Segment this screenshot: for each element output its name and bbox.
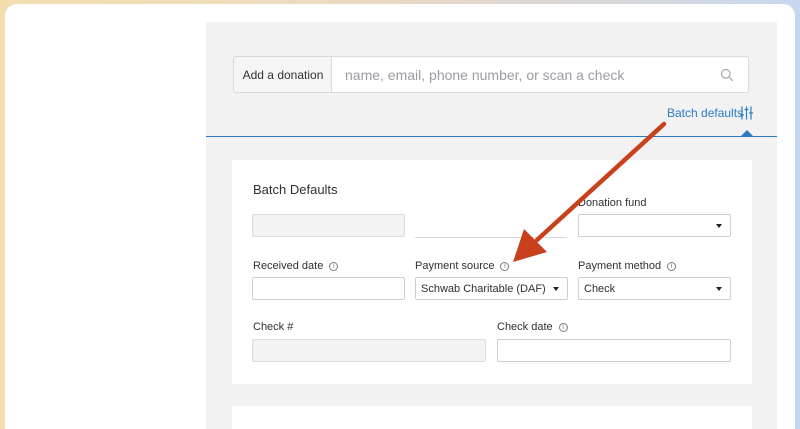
sliders-icon[interactable] [740,106,753,120]
info-icon[interactable]: i [667,261,677,271]
check-number-label: Check # [253,321,294,333]
donor-search-input[interactable] [345,66,705,83]
info-icon[interactable]: i [558,322,568,332]
check-date-label: Check date i [497,321,568,333]
caret-down-icon [716,224,722,228]
add-donation-button[interactable]: Add a donation [233,56,332,93]
donor-search-box[interactable] [331,56,749,93]
active-indicator-caret [741,130,753,136]
donation-card [232,406,752,429]
caret-down-icon [716,287,722,291]
payment-source-label: Payment source i [415,260,510,272]
info-icon[interactable]: i [329,261,339,271]
donation-fund-label: Donation fund [578,197,647,209]
check-date-field[interactable] [497,339,731,362]
batch-defaults-label: Batch defaults [667,106,744,120]
check-number-field[interactable] [252,339,486,362]
info-icon[interactable]: i [500,261,510,271]
payment-source-select[interactable]: Schwab Charitable (DAF) [415,277,568,300]
donation-fund-select[interactable] [578,214,731,237]
caret-down-icon [553,287,559,291]
toolbar-divider [206,136,777,137]
field-underline [415,237,567,238]
batch-defaults-title: Batch Defaults [253,182,338,197]
payment-method-select[interactable]: Check [578,277,731,300]
received-date-label: Received date i [253,260,339,272]
received-date-field[interactable] [252,277,405,300]
search-icon[interactable] [720,68,734,82]
disabled-field [252,214,405,237]
batch-defaults-link[interactable]: Batch defaults [667,106,743,120]
payment-method-label: Payment method i [578,260,677,272]
add-donation-label: Add a donation [242,67,324,82]
